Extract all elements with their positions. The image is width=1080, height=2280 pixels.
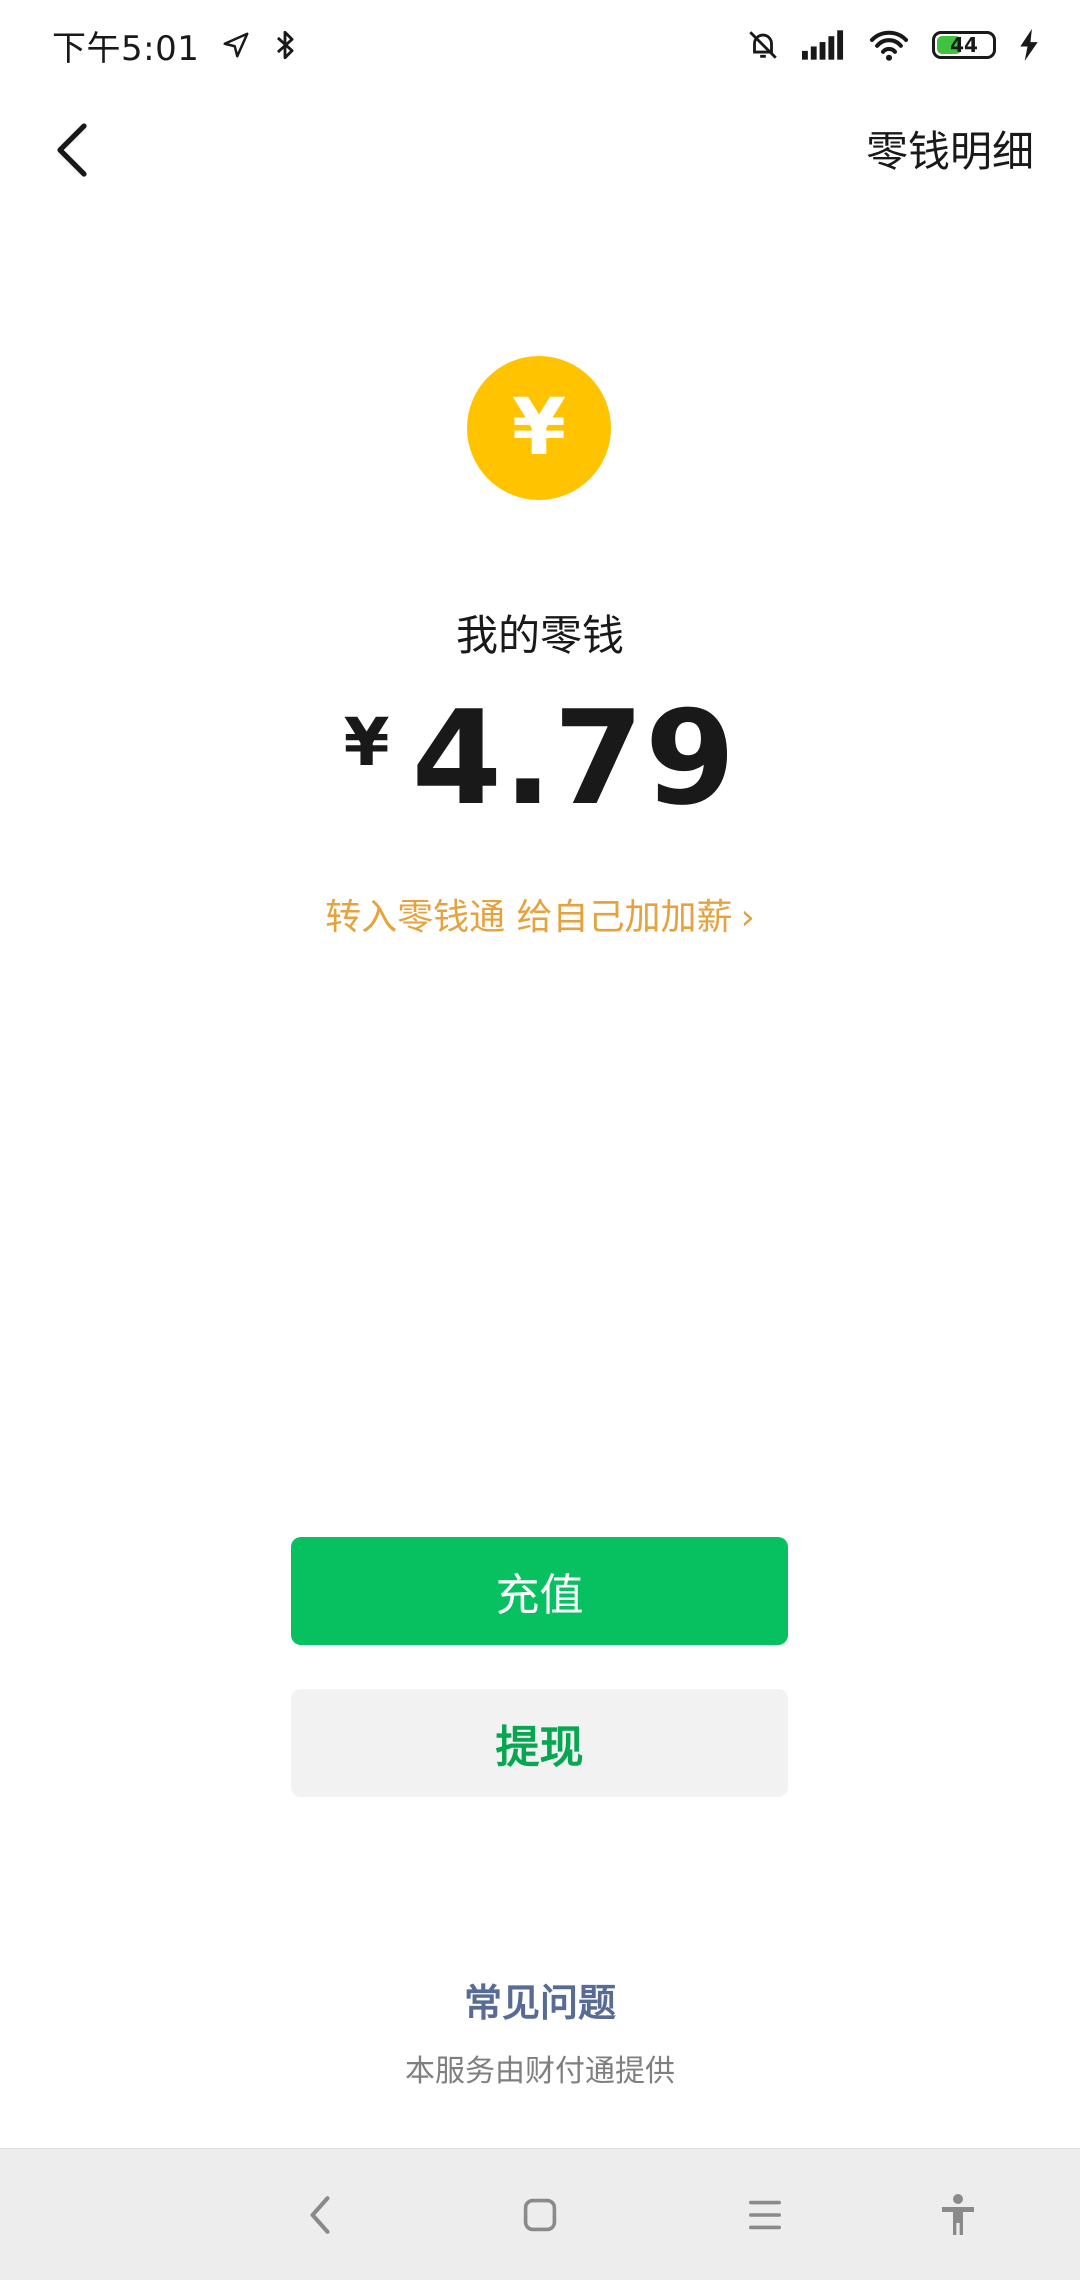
currency-symbol: ¥ (343, 704, 390, 781)
back-button[interactable] (32, 110, 112, 190)
status-bar: 下午5:01 44 (0, 0, 1080, 90)
accessibility-icon[interactable] (918, 2175, 998, 2255)
recharge-button[interactable]: 充值 (291, 1537, 788, 1645)
nav-home-icon[interactable] (500, 2175, 580, 2255)
balance-details-link[interactable]: 零钱明细 (866, 118, 1034, 179)
nav-menu-icon[interactable] (725, 2175, 805, 2255)
chevron-right-icon: › (740, 897, 755, 938)
charging-icon (1018, 29, 1040, 61)
balance-row: ¥ 4.79 (0, 690, 1080, 827)
provider-note: 本服务由财付通提供 (405, 2054, 675, 2089)
signal-icon (802, 30, 846, 60)
status-time: 下午5:01 (52, 28, 200, 69)
location-arrow-icon (221, 30, 251, 60)
transfer-to-lingqiantong-link[interactable]: 转入零钱通 给自己加加薪 › (0, 888, 1080, 940)
coin-icon: ¥ (467, 356, 611, 500)
battery-icon: 44 (932, 31, 996, 59)
mute-bell-icon (746, 28, 780, 62)
yen-icon: ¥ (511, 383, 567, 473)
withdraw-button[interactable]: 提现 (291, 1689, 788, 1797)
system-nav-bar (0, 2148, 1080, 2280)
chevron-left-icon (57, 123, 87, 177)
status-left: 下午5:01 (52, 21, 297, 70)
top-nav-bar: 零钱明细 (0, 90, 1080, 205)
nav-back-icon[interactable] (280, 2175, 360, 2255)
balance-title: 我的零钱 (455, 611, 624, 660)
wifi-icon (868, 28, 910, 62)
status-right: 44 (746, 28, 1040, 62)
battery-level: 44 (950, 33, 978, 57)
bluetooth-icon (273, 28, 297, 62)
promo-text: 转入零钱通 给自己加加薪 (325, 897, 733, 938)
faq-link[interactable]: 常见问题 (0, 1972, 1080, 2027)
balance-amount: 4.79 (411, 682, 737, 834)
